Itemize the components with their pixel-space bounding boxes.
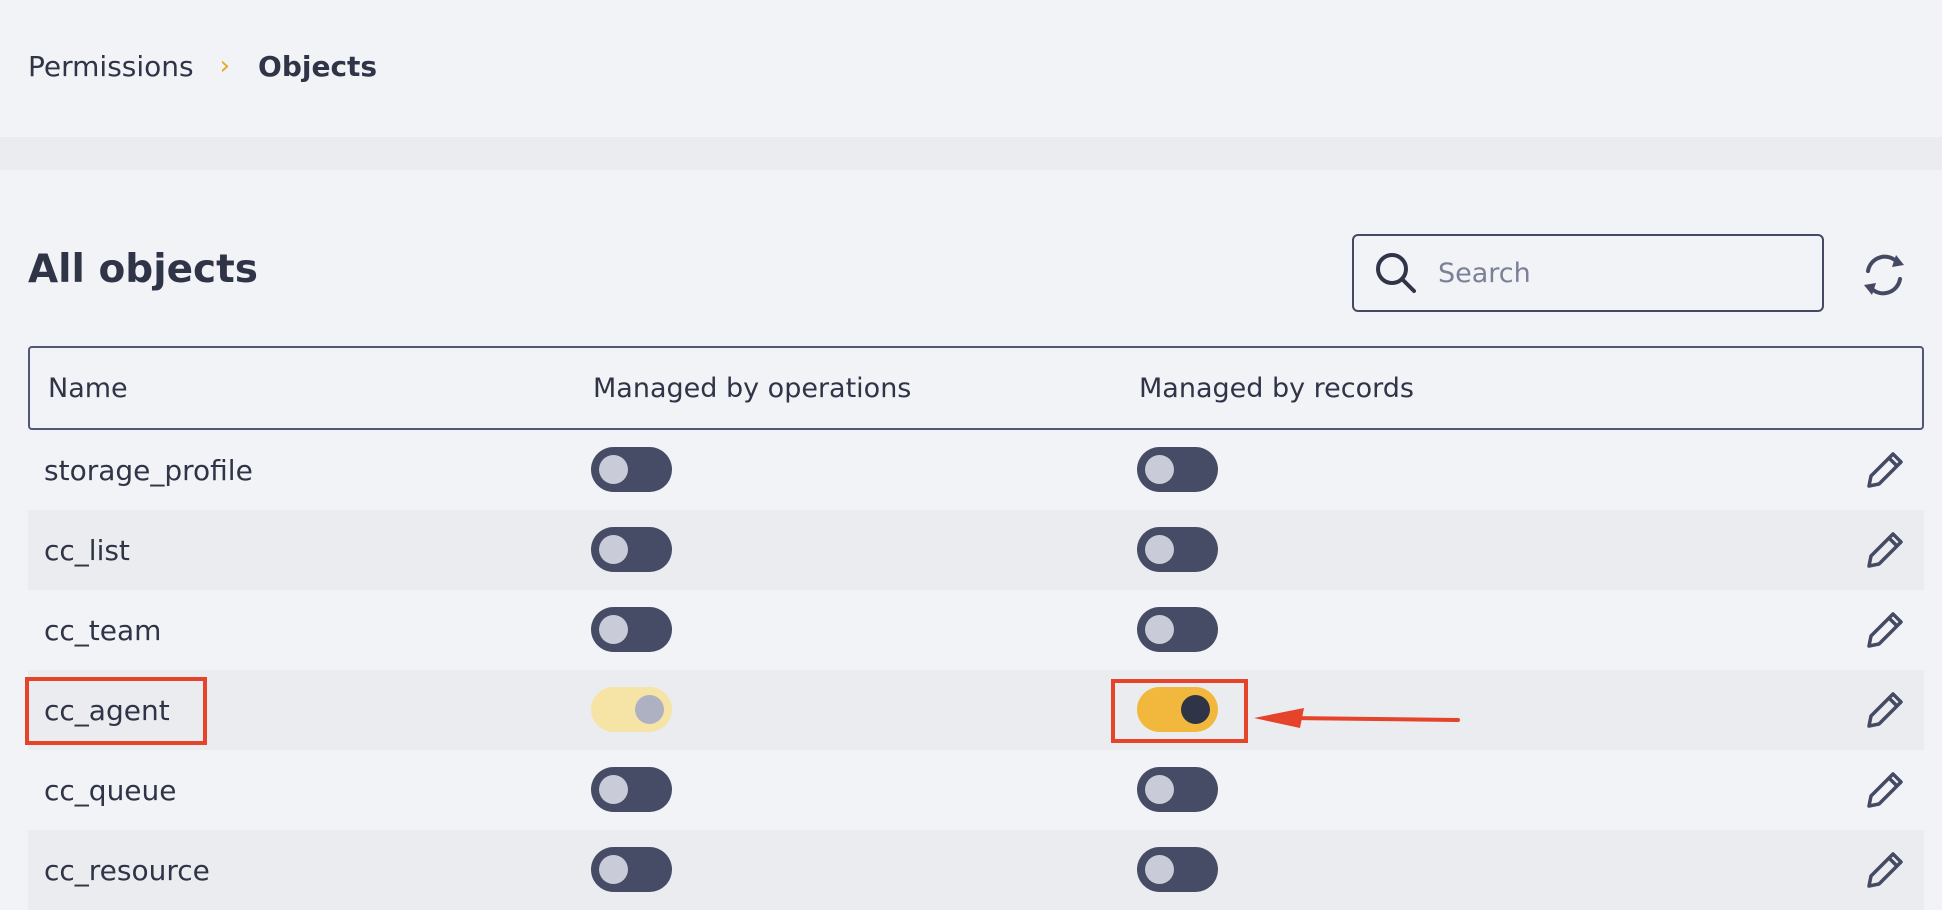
pencil-icon[interactable] (1861, 446, 1909, 494)
objects-table: Name Managed by operations Managed by re… (28, 346, 1924, 910)
toggle-knob (635, 695, 664, 724)
toggle-knob (1145, 855, 1174, 884)
managed-by-operations-toggle[interactable] (591, 687, 672, 732)
toggle-knob (1145, 455, 1174, 484)
managed-by-operations-toggle[interactable] (591, 767, 672, 812)
toggle-knob (599, 535, 628, 564)
breadcrumb-current: Objects (258, 49, 378, 83)
annotation-highlight-toggle (1111, 679, 1248, 743)
managed-by-records-toggle[interactable] (1137, 447, 1218, 492)
column-header-name[interactable]: Name (48, 373, 128, 404)
section-divider (0, 137, 1942, 170)
toggle-knob (1145, 535, 1174, 564)
toggle-knob (599, 855, 628, 884)
table-row: cc_list (28, 510, 1924, 590)
managed-by-operations-toggle[interactable] (591, 527, 672, 572)
search-icon (1376, 253, 1416, 293)
refresh-icon[interactable] (1858, 249, 1910, 301)
toggle-knob (1145, 775, 1174, 804)
table-row: cc_queue (28, 750, 1924, 830)
managed-by-records-toggle[interactable] (1137, 767, 1218, 812)
managed-by-operations-toggle[interactable] (591, 607, 672, 652)
object-name: cc_queue (44, 773, 177, 807)
toggle-knob (599, 455, 628, 484)
pencil-icon[interactable] (1861, 686, 1909, 734)
pencil-icon[interactable] (1861, 766, 1909, 814)
object-name: cc_list (44, 533, 130, 567)
table-header: Name Managed by operations Managed by re… (28, 346, 1924, 430)
managed-by-operations-toggle[interactable] (591, 847, 672, 892)
pencil-icon[interactable] (1861, 846, 1909, 894)
table-row: cc_team (28, 590, 1924, 670)
breadcrumb-permissions-link[interactable]: Permissions (28, 50, 194, 83)
table-row: storage_profile (28, 430, 1924, 510)
toggle-knob (1145, 615, 1174, 644)
pencil-icon[interactable] (1861, 606, 1909, 654)
breadcrumb-chevron-icon: › (219, 51, 231, 81)
toggle-knob (599, 775, 628, 804)
pencil-icon[interactable] (1861, 526, 1909, 574)
search-input[interactable] (1436, 256, 1800, 290)
managed-by-records-toggle[interactable] (1137, 527, 1218, 572)
object-name: storage_profile (44, 453, 253, 487)
arrow-left-icon (1254, 708, 1460, 728)
toggle-knob (599, 615, 628, 644)
column-header-managed-by-records[interactable]: Managed by records (1139, 373, 1414, 404)
object-name: cc_resource (44, 853, 210, 887)
breadcrumb: Permissions › Objects (28, 48, 377, 84)
managed-by-operations-toggle[interactable] (591, 447, 672, 492)
object-name: cc_team (44, 613, 162, 647)
managed-by-records-toggle[interactable] (1137, 847, 1218, 892)
annotation-highlight-name (25, 677, 207, 745)
search-box[interactable] (1352, 234, 1824, 312)
page-title: All objects (28, 247, 259, 292)
column-header-managed-by-operations[interactable]: Managed by operations (593, 373, 911, 404)
table-row: cc_resource (28, 830, 1924, 910)
table-row: cc_agent (28, 670, 1924, 750)
managed-by-records-toggle[interactable] (1137, 607, 1218, 652)
